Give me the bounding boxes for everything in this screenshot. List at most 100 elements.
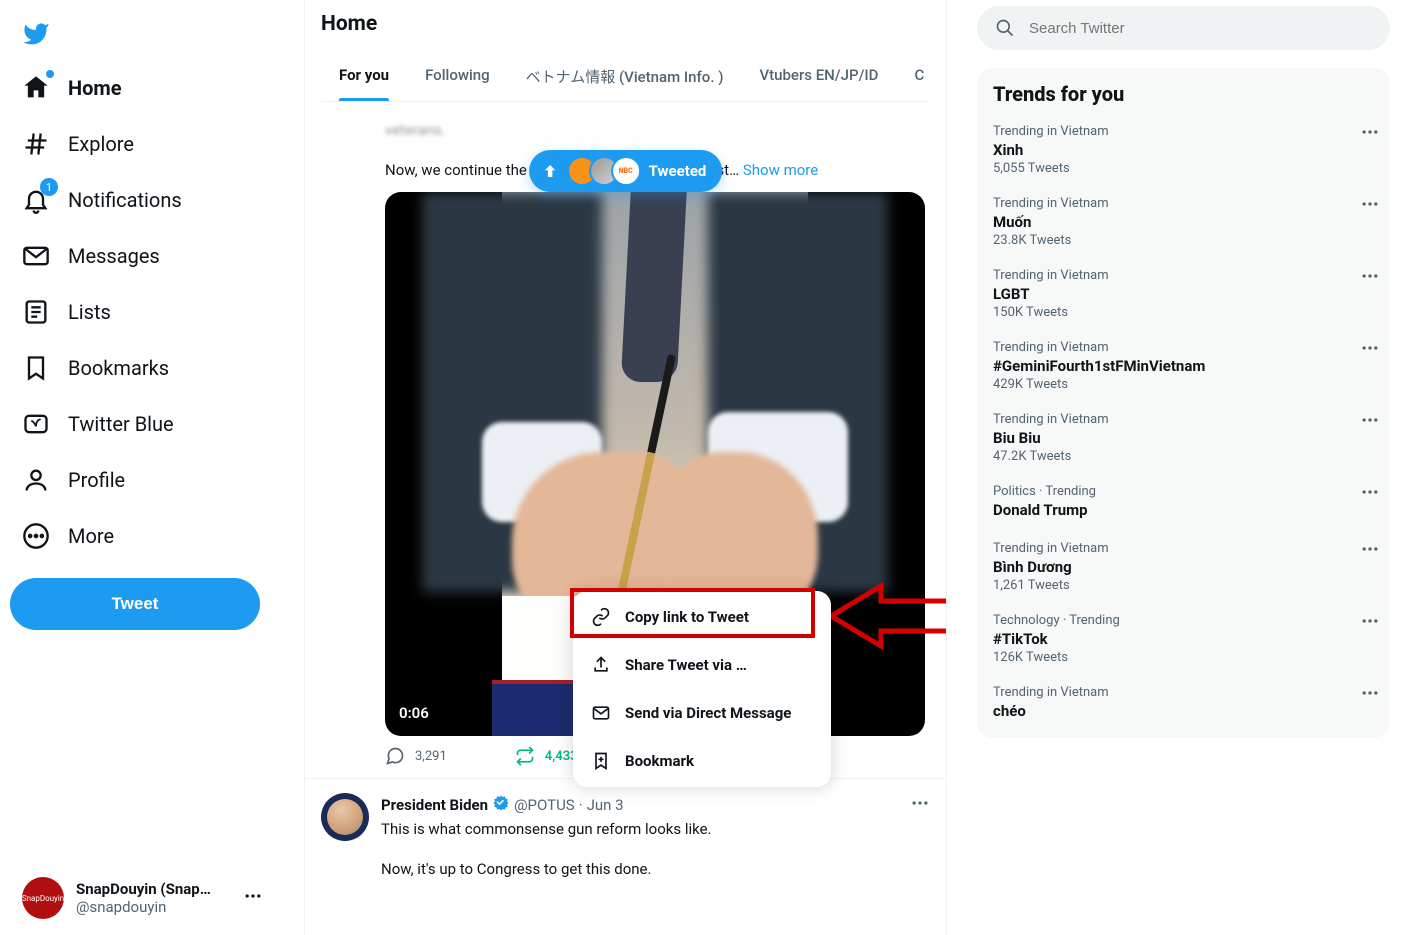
retweet-button[interactable]: 4,433 bbox=[515, 746, 578, 766]
account-avatar: SnapDouyin bbox=[22, 877, 64, 919]
trends-heading: Trends for you bbox=[977, 78, 1390, 114]
left-sidebar: Home Explore 1 Notifications Messages Li… bbox=[0, 0, 305, 935]
trend-item-8[interactable]: Trending in Vietnam chéo bbox=[977, 675, 1390, 732]
nav-profile[interactable]: Profile bbox=[10, 456, 294, 504]
trend-more-1[interactable] bbox=[1360, 194, 1380, 218]
pill-avatars: NBC bbox=[567, 156, 641, 186]
nav-messages-label: Messages bbox=[68, 244, 160, 268]
retweet-icon bbox=[515, 746, 535, 766]
tab-following[interactable]: Following bbox=[407, 52, 508, 101]
new-tweets-pill[interactable]: NBC Tweeted bbox=[529, 150, 723, 192]
verified-badge-icon bbox=[492, 794, 510, 816]
nav-twitter-blue-label: Twitter Blue bbox=[68, 412, 174, 436]
nav-bookmarks[interactable]: Bookmarks bbox=[10, 344, 294, 392]
share-menu: Copy link to Tweet Share Tweet via … Sen… bbox=[573, 591, 831, 787]
menu-bookmark[interactable]: Bookmark bbox=[573, 737, 831, 785]
nav-more-label: More bbox=[68, 524, 114, 548]
home-icon bbox=[22, 74, 50, 102]
tweet2-avatar[interactable] bbox=[321, 793, 369, 841]
twitter-blue-icon bbox=[22, 410, 50, 438]
search-box[interactable] bbox=[977, 6, 1390, 50]
trend-more-2[interactable] bbox=[1360, 266, 1380, 290]
nav-home[interactable]: Home bbox=[10, 64, 294, 112]
menu-share-via[interactable]: Share Tweet via … bbox=[573, 641, 831, 689]
page-title: Home bbox=[321, 12, 930, 36]
nav-more[interactable]: More bbox=[10, 512, 294, 560]
bookmark-icon bbox=[22, 354, 50, 382]
profile-icon bbox=[22, 466, 50, 494]
trend-item-7[interactable]: Technology · Trending #TikTok 126K Tweet… bbox=[977, 603, 1390, 675]
envelope-icon bbox=[22, 242, 50, 270]
trend-item-1[interactable]: Trending in Vietnam Muốn 23.8K Tweets bbox=[977, 186, 1390, 258]
nav-messages[interactable]: Messages bbox=[10, 232, 294, 280]
trend-item-0[interactable]: Trending in Vietnam Xinh 5,055 Tweets bbox=[977, 114, 1390, 186]
trends-panel: Trends for you Trending in Vietnam Xinh … bbox=[977, 68, 1390, 738]
nav-notifications-label: Notifications bbox=[68, 188, 182, 212]
reply-icon bbox=[385, 746, 405, 766]
home-new-dot-icon bbox=[46, 70, 54, 78]
trend-more-8[interactable] bbox=[1360, 683, 1380, 707]
bird-icon bbox=[22, 19, 50, 49]
nav-twitter-blue[interactable]: Twitter Blue bbox=[10, 400, 294, 448]
trend-more-7[interactable] bbox=[1360, 611, 1380, 635]
menu-send-dm[interactable]: Send via Direct Message bbox=[573, 689, 831, 737]
timeline-tabs: For you Following ベトナム情報 (Vietnam Info. … bbox=[321, 52, 930, 102]
video-timestamp: 0:06 bbox=[399, 704, 429, 722]
list-icon bbox=[22, 298, 50, 326]
trend-more-6[interactable] bbox=[1360, 539, 1380, 563]
nav-bookmarks-label: Bookmarks bbox=[68, 356, 169, 380]
tab-for-you[interactable]: For you bbox=[321, 52, 407, 101]
search-icon bbox=[995, 18, 1015, 38]
trend-item-5[interactable]: Politics · Trending Donald Trump bbox=[977, 474, 1390, 531]
pill-avatar-3: NBC bbox=[611, 156, 641, 186]
trend-item-6[interactable]: Trending in Vietnam Bình Dương 1,261 Twe… bbox=[977, 531, 1390, 603]
account-name: SnapDouyin (Snap… bbox=[76, 880, 231, 898]
menu-copy-link-label: Copy link to Tweet bbox=[625, 608, 749, 626]
menu-copy-link[interactable]: Copy link to Tweet bbox=[573, 593, 831, 641]
reply-count: 3,291 bbox=[415, 749, 447, 764]
tab-truncated[interactable]: C bbox=[896, 52, 930, 101]
tweet2-author-name[interactable]: President Biden bbox=[381, 796, 488, 814]
primary-nav: Home Explore 1 Notifications Messages Li… bbox=[10, 64, 294, 560]
nav-profile-label: Profile bbox=[68, 468, 125, 492]
trend-more-0[interactable] bbox=[1360, 122, 1380, 146]
nav-explore-label: Explore bbox=[68, 132, 134, 156]
search-input[interactable] bbox=[1029, 20, 1372, 37]
tab-vietnam-info[interactable]: ベトナム情報 (Vietnam Info. ) bbox=[508, 52, 742, 101]
trend-more-3[interactable] bbox=[1360, 338, 1380, 362]
twitter-logo[interactable] bbox=[10, 8, 62, 60]
nav-lists[interactable]: Lists bbox=[10, 288, 294, 336]
dm-icon bbox=[591, 703, 611, 723]
tweet2-header: President Biden @POTUS · Jun 3 bbox=[381, 793, 930, 817]
tweet-card-2[interactable]: President Biden @POTUS · Jun 3 This is w… bbox=[305, 779, 946, 883]
hash-icon bbox=[22, 130, 50, 158]
trend-item-3[interactable]: Trending in Vietnam #GeminiFourth1stFMin… bbox=[977, 330, 1390, 402]
more-circle-icon bbox=[22, 522, 50, 550]
tweet2-text: This is what commonsense gun reform look… bbox=[381, 819, 930, 879]
account-switcher[interactable]: SnapDouyin SnapDouyin (Snap… @snapdouyin bbox=[10, 869, 294, 927]
menu-bookmark-label: Bookmark bbox=[625, 752, 694, 770]
arrow-up-icon bbox=[541, 162, 559, 180]
home-header: Home For you Following ベトナム情報 (Vietnam I… bbox=[305, 0, 946, 110]
right-sidebar: Trends for you Trending in Vietnam Xinh … bbox=[947, 0, 1420, 935]
trend-item-4[interactable]: Trending in Vietnam Biu Biu 47.2K Tweets bbox=[977, 402, 1390, 474]
tweet-button[interactable]: Tweet bbox=[10, 578, 260, 630]
tab-vtubers[interactable]: Vtubers EN/JP/ID bbox=[741, 52, 896, 101]
account-handle: @snapdouyin bbox=[76, 898, 231, 916]
tweet2-handle[interactable]: @POTUS bbox=[514, 796, 575, 814]
trend-more-4[interactable] bbox=[1360, 410, 1380, 434]
reply-button[interactable]: 3,291 bbox=[385, 746, 447, 766]
tweet2-date[interactable]: Jun 3 bbox=[587, 796, 624, 814]
show-more-link[interactable]: Show more bbox=[743, 161, 818, 179]
notifications-badge: 1 bbox=[40, 178, 58, 196]
trend-more-5[interactable] bbox=[1360, 482, 1380, 506]
timeline-feed: NBC Tweeted veterans. Now, we continue t… bbox=[305, 110, 946, 930]
nav-notifications[interactable]: 1 Notifications bbox=[10, 176, 294, 224]
bookmark-add-icon bbox=[591, 751, 611, 771]
share-icon bbox=[591, 655, 611, 675]
trend-item-2[interactable]: Trending in Vietnam LGBT 150K Tweets bbox=[977, 258, 1390, 330]
tweet2-more-button[interactable] bbox=[910, 793, 930, 817]
nav-lists-label: Lists bbox=[68, 300, 111, 324]
nav-explore[interactable]: Explore bbox=[10, 120, 294, 168]
nav-home-label: Home bbox=[68, 76, 122, 100]
